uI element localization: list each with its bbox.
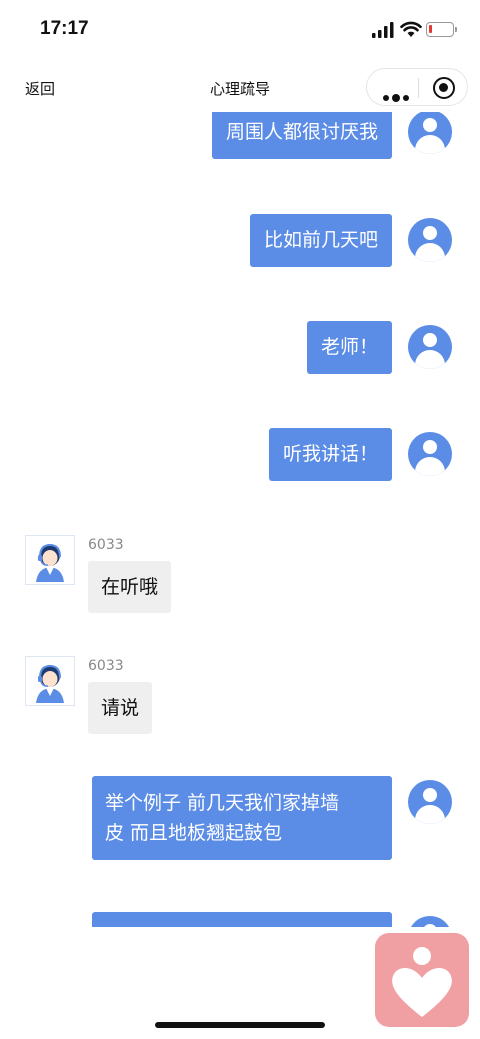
- home-indicator: [155, 1022, 325, 1028]
- user-avatar-icon[interactable]: [408, 325, 452, 369]
- wifi-icon: [400, 21, 422, 37]
- user-avatar-icon[interactable]: [408, 916, 452, 927]
- agent-name: 6033: [88, 537, 124, 553]
- more-icon[interactable]: [383, 86, 412, 105]
- agent-headset-icon: [36, 543, 64, 582]
- user-message: 老师！: [306, 321, 392, 374]
- user-message: 比如前几天吧: [249, 214, 392, 267]
- user-avatar-icon[interactable]: [408, 432, 452, 476]
- nav-bar: 返回 心理疏导: [0, 62, 480, 112]
- cellular-signal-icon: [372, 22, 394, 38]
- user-avatar-icon[interactable]: [408, 112, 452, 154]
- agent-avatar-icon[interactable]: [25, 535, 75, 585]
- agent-headset-icon: [36, 664, 64, 703]
- floating-heart-button[interactable]: [375, 933, 469, 1027]
- status-time: 17:17: [40, 18, 89, 39]
- agent-message: 请说: [88, 682, 153, 734]
- agent-name: 6033: [88, 658, 124, 674]
- user-avatar-icon[interactable]: [408, 218, 452, 262]
- agent-avatar-icon[interactable]: [25, 656, 75, 706]
- battery-icon: [426, 22, 457, 37]
- heart-person-icon: [392, 947, 452, 1017]
- user-message: 听我讲话！: [268, 428, 392, 481]
- user-avatar-icon[interactable]: [408, 780, 452, 824]
- status-bar: 17:17: [0, 0, 480, 60]
- mini-program-capsule: [366, 68, 468, 106]
- user-message: 举个例子 前几天我们家掉墙 皮 而且地板翘起鼓包: [92, 776, 392, 860]
- close-target-icon[interactable]: [433, 77, 455, 99]
- user-message: 周围人都很讨厌我: [211, 112, 392, 159]
- user-message: [92, 912, 392, 927]
- agent-message: 在听哦: [88, 561, 172, 613]
- chat-area[interactable]: 周围人都很讨厌我 比如前几天吧 老师！ 听我讲话！ 6033 在听哦 6033 …: [0, 112, 480, 927]
